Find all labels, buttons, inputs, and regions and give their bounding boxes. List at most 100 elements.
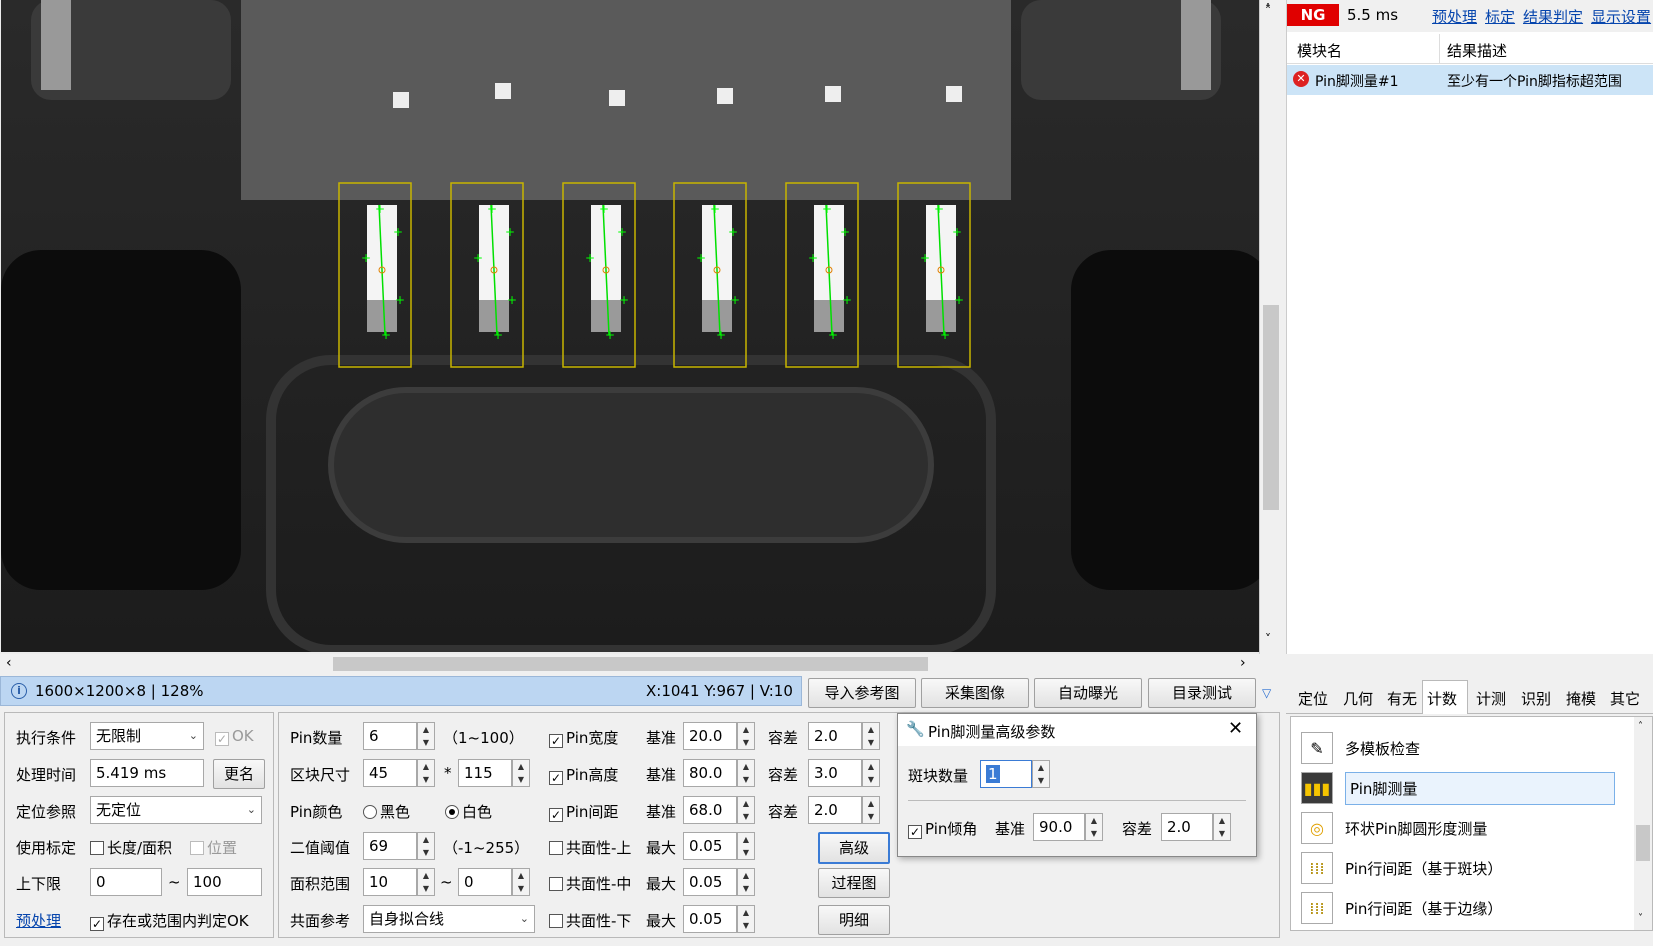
judge-ok-checkbox[interactable]: ✓ 存在或范围内判定OK [90,910,249,931]
metric-tol-stepper[interactable]: ▲ ▼ [862,722,880,750]
block-width-field[interactable]: 45 [363,759,417,787]
scroll-thumb[interactable] [1636,825,1650,861]
tab-measure[interactable]: 计测 [1476,688,1506,709]
rename-button[interactable]: 更名 [213,759,265,789]
coplanar-ref-select[interactable]: 自身拟合线 ⌄ [363,905,535,933]
metric-base-field[interactable]: 68.0 [683,796,737,824]
tab-other[interactable]: 其它 [1610,688,1640,709]
angle-base-stepper[interactable]: ▲ ▼ [1085,813,1103,841]
pin-angle-checkbox[interactable]: ✓ Pin倾角 [908,818,977,839]
pin-count-stepper[interactable]: ▲ ▼ [417,722,435,750]
toollist-scrollbar[interactable]: ˄ ˅ [1634,717,1652,930]
dropdown-triangle-icon[interactable]: ▽ [1262,686,1271,700]
threshold-stepper[interactable]: ▲ ▼ [417,832,435,860]
threshold-field[interactable]: 69 [363,832,417,860]
table-row[interactable]: ✕ Pin脚测量#1 至少有一个Pin脚指标超范围 [1287,65,1653,95]
position-checkbox[interactable]: 位置 [190,837,237,858]
exec-condition-select[interactable]: 无限制 ⌄ [90,722,204,750]
angle-tol-field[interactable]: 2.0 [1161,813,1213,841]
col-result-desc[interactable]: 结果描述 [1447,40,1507,61]
metric-tol-stepper[interactable]: ▲ ▼ [862,759,880,787]
limit-low-field[interactable]: 0 [90,868,162,896]
scroll-thumb[interactable] [1263,305,1279,510]
tab-count[interactable]: 计数 [1422,680,1468,714]
position-ref-select[interactable]: 无定位 ⌄ [90,796,262,824]
pin-count-field[interactable]: 6 [363,722,417,750]
link-result-judge[interactable]: 结果判定 [1523,6,1583,27]
scroll-down-icon[interactable]: ˅ [1638,913,1643,924]
metric-base-stepper[interactable]: ▲ ▼ [737,868,755,896]
divider [908,800,1246,801]
metric-checkbox[interactable]: 共面性-上 [549,837,631,858]
hscroll-thumb[interactable] [333,657,928,671]
area-high-stepper[interactable]: ▲ ▼ [512,868,530,896]
metric-checkbox[interactable]: ✓ Pin间距 [549,801,618,822]
blob-count-field[interactable]: 1 [980,760,1032,788]
block-height-stepper[interactable]: ▲ ▼ [512,759,530,787]
tab-locate[interactable]: 定位 [1298,688,1328,709]
tab-recognize[interactable]: 识别 [1521,688,1551,709]
white-radio[interactable]: 白色 [445,801,492,822]
metric-base-stepper[interactable]: ▲ ▼ [737,796,755,824]
metric-base-stepper[interactable]: ▲ ▼ [737,905,755,933]
link-preprocess[interactable]: 预处理 [1432,6,1477,27]
metric-base-stepper[interactable]: ▲ ▼ [737,832,755,860]
tab-geometry[interactable]: 几何 [1343,688,1373,709]
metric-checkbox[interactable]: 共面性-下 [549,910,631,931]
limit-high-field[interactable]: 100 [187,868,262,896]
metric-base-field[interactable]: 0.05 [683,905,737,933]
scroll-right-icon[interactable]: › [1240,655,1246,671]
angle-tol-stepper[interactable]: ▲ ▼ [1213,813,1231,841]
viewer-vertical-scrollbar[interactable]: ˄ ˅ [1261,0,1281,654]
process-image-button[interactable]: 过程图 [818,868,890,898]
list-item[interactable]: ⁞⁞⁞ Pin行间距（基于边缘） [1301,889,1631,927]
import-reference-button[interactable]: 导入参考图 [808,678,916,708]
ok-checkbox[interactable]: ✓ OK [215,727,254,746]
preprocess-link[interactable]: 预处理 [16,910,61,931]
metric-base-stepper[interactable]: ▲ ▼ [737,722,755,750]
scroll-down-icon[interactable]: ˅ [1265,632,1271,646]
length-area-checkbox[interactable]: 长度/面积 [90,837,172,858]
block-width-stepper[interactable]: ▲ ▼ [417,759,435,787]
list-item[interactable]: ▮▮▮ Pin脚测量 [1301,769,1631,807]
metric-checkbox[interactable]: ✓ Pin宽度 [549,727,618,748]
metric-tol-field[interactable]: 2.0 [808,796,862,824]
details-button[interactable]: 明细 [818,905,890,935]
scroll-left-icon[interactable]: ‹ [6,655,12,671]
metric-base-field[interactable]: 20.0 [683,722,737,750]
col-module-name[interactable]: 模块名 [1297,40,1342,61]
metric-tol-field[interactable]: 2.0 [808,722,862,750]
metric-base-field[interactable]: 0.05 [683,832,737,860]
block-height-field[interactable]: 115 [458,759,512,787]
viewer-horizontal-scrollbar[interactable]: ‹ › [0,654,1260,674]
blob-count-stepper[interactable]: ▲ ▼ [1032,760,1050,788]
metric-base-stepper[interactable]: ▲ ▼ [737,759,755,787]
metric-base-field[interactable]: 0.05 [683,868,737,896]
link-calibrate[interactable]: 标定 [1485,6,1515,27]
list-item[interactable]: ◎ 环状Pin脚圆形度测量 [1301,809,1631,847]
metric-base-field[interactable]: 80.0 [683,759,737,787]
area-low-field[interactable]: 10 [363,868,417,896]
image-viewer[interactable]: + + + + + + + + + + + + + + + + + + + + + + + + + + + + + + [0,0,1260,654]
capture-image-button[interactable]: 采集图像 [921,678,1029,708]
metric-checkbox[interactable]: ✓ Pin高度 [549,764,618,785]
metric-tol-stepper[interactable]: ▲ ▼ [862,796,880,824]
metric-tol-field[interactable]: 3.0 [808,759,862,787]
link-display-settings[interactable]: 显示设置 [1591,6,1651,27]
scroll-up-icon[interactable]: ˄ [1638,721,1643,732]
angle-base-field[interactable]: 90.0 [1033,813,1085,841]
list-item[interactable]: ⁞⁞⁞ Pin行间距（基于斑块） [1301,849,1631,887]
close-icon[interactable]: ✕ [1228,718,1243,739]
tab-presence[interactable]: 有无 [1387,688,1417,709]
metric-checkbox[interactable]: 共面性-中 [549,873,631,894]
black-radio[interactable]: 黑色 [363,801,410,822]
collapse-icon[interactable]: ˄ [1265,4,1271,18]
tab-mask[interactable]: 掩模 [1566,688,1596,709]
camera-image[interactable]: + + + + + + + + + + + + + + + + + + + + + + + + + + + + + + [1,0,1259,652]
auto-exposure-button[interactable]: 自动曝光 [1034,678,1142,708]
directory-test-button[interactable]: 目录测试 [1148,678,1256,708]
advanced-button[interactable]: 高级 [818,832,890,864]
area-low-stepper[interactable]: ▲ ▼ [417,868,435,896]
area-high-field[interactable]: 0 [458,868,512,896]
list-item[interactable]: ✎ 多模板检查 [1301,729,1631,767]
